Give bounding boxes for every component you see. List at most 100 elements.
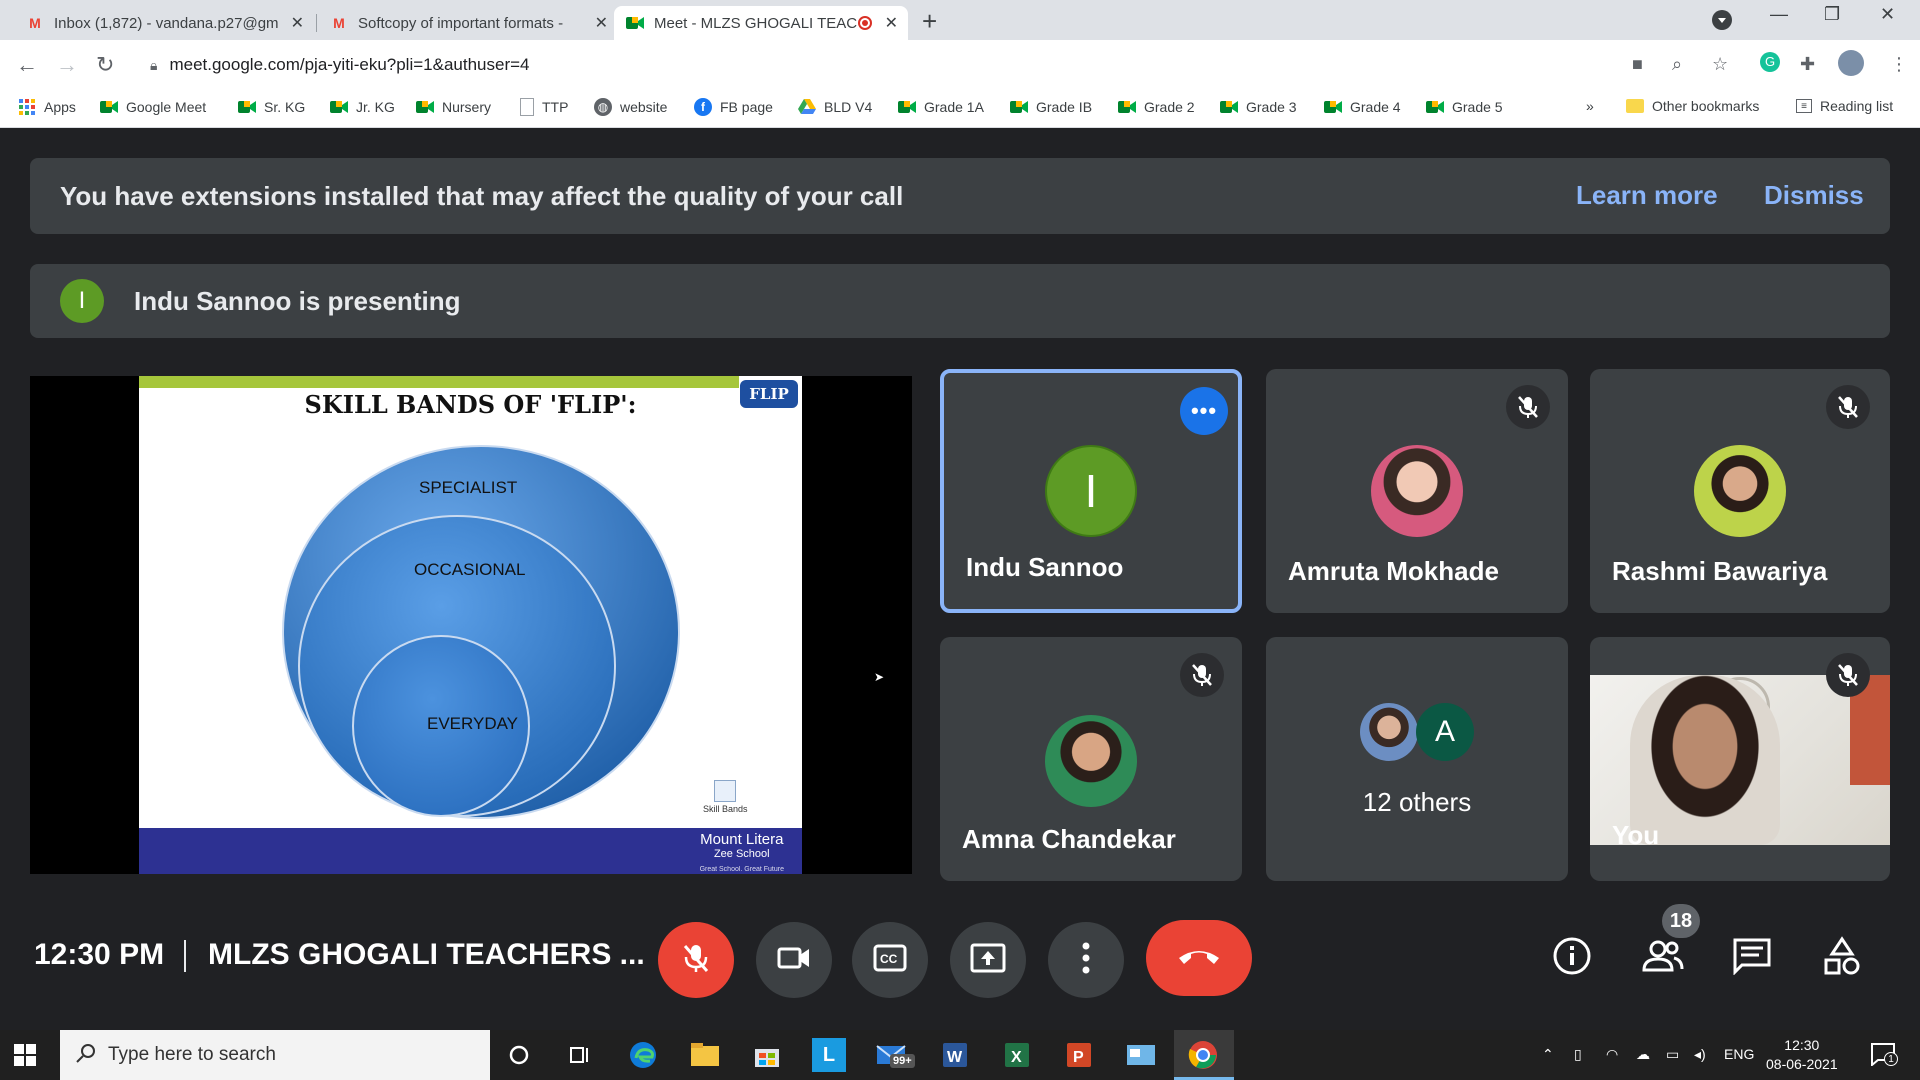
close-icon[interactable]: ✕ (291, 13, 304, 33)
leave-call-button[interactable] (1146, 920, 1252, 996)
bookmark-grade-4[interactable]: Grade 4 (1324, 98, 1401, 116)
extensions-icon[interactable]: ✚ (1800, 54, 1815, 75)
restore-icon[interactable]: ❐ (1824, 4, 1840, 25)
bookmarks-overflow-button[interactable]: » (1586, 98, 1594, 114)
lock-icon[interactable]: 🔒︎ (150, 57, 157, 74)
participant-tile-rashmi-bawariya[interactable]: Rashmi Bawariya (1590, 369, 1890, 613)
taskbar-search-box[interactable]: Type here to search (60, 1030, 490, 1080)
avatar (1360, 703, 1418, 761)
window-close-icon[interactable]: ✕ (1880, 4, 1895, 25)
bookmark-grade-2[interactable]: Grade 2 (1118, 98, 1195, 116)
language-indicator[interactable]: ENG (1724, 1046, 1754, 1062)
profile-avatar[interactable] (1838, 50, 1864, 76)
tab-search-icon[interactable] (1712, 10, 1732, 30)
bookmark-other-bookmarks[interactable]: Other bookmarks (1626, 98, 1759, 114)
chrome-taskbar-button[interactable] (1174, 1030, 1234, 1080)
participant-tile-indu-sannoo[interactable]: ••• I Indu Sannoo (940, 369, 1242, 613)
participant-name: Amruta Mokhade (1288, 556, 1499, 586)
device-icon[interactable]: ▯ (1574, 1046, 1582, 1063)
extensions-warning-banner: You have extensions installed that may a… (30, 158, 1890, 234)
participant-tile-you[interactable]: You (1590, 637, 1890, 881)
tray-chevron-icon[interactable]: ⌃ (1542, 1046, 1554, 1063)
system-clock[interactable]: 12:30 08-06-2021 (1766, 1036, 1838, 1074)
notifications-icon[interactable]: 1 (1870, 1042, 1898, 1071)
volume-icon[interactable]: ◂) (1694, 1046, 1706, 1063)
participant-tile-amruta-mokhade[interactable]: Amruta Mokhade (1266, 369, 1568, 613)
bookmark-jr-kg[interactable]: Jr. KG (330, 98, 395, 116)
star-icon[interactable]: ☆ (1712, 54, 1728, 75)
zoom-icon[interactable]: ⌕ (1672, 54, 1682, 75)
new-tab-button[interactable]: + (922, 6, 937, 37)
chat-button[interactable] (1724, 930, 1780, 986)
close-icon[interactable]: ✕ (885, 13, 898, 33)
menu-icon[interactable]: ⋮ (1890, 54, 1908, 75)
wifi-icon[interactable]: ◠ (1606, 1046, 1618, 1063)
bookmark-ttp[interactable]: TTP (520, 98, 568, 116)
learn-more-link[interactable]: Learn more (1576, 180, 1718, 211)
captions-button[interactable]: CC (852, 922, 928, 998)
bookmark-apps[interactable]: Apps (18, 98, 76, 116)
mic-off-icon (1826, 653, 1870, 697)
microphone-toggle-button[interactable] (658, 922, 734, 998)
powerpoint-icon[interactable]: P (1062, 1038, 1096, 1072)
camera-toggle-button[interactable] (756, 922, 832, 998)
tab-softcopy[interactable]: M Softcopy of important formats - ✕ (318, 6, 618, 40)
minimize-icon[interactable]: — (1770, 4, 1788, 25)
reload-icon[interactable]: ↻ (96, 52, 114, 78)
mail-icon[interactable]: 99+ (874, 1038, 915, 1072)
shared-screen[interactable]: FLIP SKILL BANDS OF 'FLIP': SPECIALIST O… (30, 376, 912, 874)
bookmark-google-meet[interactable]: Google Meet (100, 98, 206, 116)
present-now-button[interactable] (950, 922, 1026, 998)
meet-icon (1324, 98, 1342, 116)
activities-button[interactable] (1814, 930, 1870, 986)
bookmark-grade-ib[interactable]: Grade IB (1010, 98, 1092, 116)
grammarly-icon[interactable]: G (1760, 52, 1780, 72)
video-camera-icon (777, 946, 811, 975)
meet-icon (238, 98, 256, 116)
globe-icon: ◍ (594, 98, 612, 116)
back-icon[interactable]: ← (16, 52, 38, 78)
bookmark-sr-kg[interactable]: Sr. KG (238, 98, 305, 116)
bookmark-bld-v4[interactable]: BLD V4 (798, 98, 872, 116)
tab-inbox[interactable]: M Inbox (1,872) - vandana.p27@gm ✕ (14, 6, 314, 40)
banner-message: You have extensions installed that may a… (60, 180, 904, 211)
store-icon[interactable] (750, 1038, 784, 1072)
presenter-avatar: I (60, 279, 104, 323)
bookmark-label: Google Meet (126, 99, 207, 115)
tab-divider (316, 14, 317, 32)
camera-icon[interactable]: ■ (1632, 54, 1643, 75)
bookmark-fb-page[interactable]: f FB page (694, 98, 773, 116)
address-bar[interactable]: 🔒︎ meet.google.com/pja-yiti-eku?pli=1&au… (140, 46, 1700, 84)
excel-icon[interactable]: X (1000, 1038, 1034, 1072)
presenting-bar: I Indu Sannoo is presenting (30, 264, 1890, 338)
bookmark-nursery[interactable]: Nursery (416, 98, 491, 116)
onedrive-icon[interactable]: ☁ (1636, 1046, 1650, 1063)
battery-icon[interactable]: ▭ (1666, 1046, 1679, 1063)
system-time: 12:30 (1784, 1037, 1820, 1053)
bookmark-website[interactable]: ◍ website (594, 98, 667, 116)
participant-tile-amna-chandekar[interactable]: Amna Chandekar (940, 637, 1242, 881)
participant-tile-others[interactable]: A 12 others (1266, 637, 1568, 881)
more-options-icon[interactable]: ••• (1180, 387, 1228, 435)
cortana-icon[interactable] (502, 1038, 536, 1072)
more-options-button[interactable] (1048, 922, 1124, 998)
bookmark-grade-3[interactable]: Grade 3 (1220, 98, 1297, 116)
tab-meet[interactable]: Meet - MLZS GHOGALI TEAC ✕ (614, 6, 908, 40)
l-app-icon[interactable]: L (812, 1038, 846, 1072)
show-everyone-button[interactable] (1634, 930, 1690, 986)
word-icon[interactable]: W (938, 1038, 972, 1072)
windows-start-icon[interactable] (14, 1044, 36, 1071)
bookmark-label: Apps (44, 99, 76, 115)
file-explorer-icon[interactable] (688, 1038, 722, 1072)
bookmark-grade-1a[interactable]: Grade 1A (898, 98, 984, 116)
close-icon[interactable]: ✕ (595, 13, 608, 33)
forward-icon[interactable]: → (56, 52, 78, 78)
app-window-icon[interactable] (1124, 1038, 1158, 1072)
meeting-details-button[interactable] (1544, 930, 1600, 986)
bookmark-reading-list[interactable]: ≡ Reading list (1796, 98, 1893, 114)
dismiss-button[interactable]: Dismiss (1764, 180, 1864, 211)
task-view-icon[interactable] (563, 1038, 597, 1072)
bookmark-grade-5[interactable]: Grade 5 (1426, 98, 1503, 116)
meet-icon (1010, 98, 1028, 116)
edge-icon[interactable] (626, 1038, 660, 1072)
